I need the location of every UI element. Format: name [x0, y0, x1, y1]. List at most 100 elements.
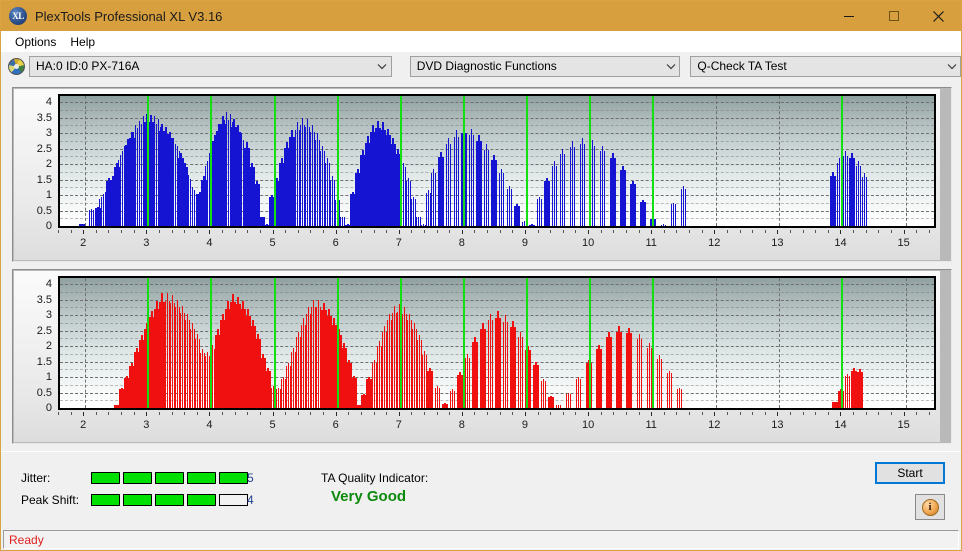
x-tick-minor: [625, 230, 627, 233]
chart-bar: [654, 218, 656, 226]
menu-item-help[interactable]: Help: [63, 33, 102, 51]
x-tick-minor: [575, 412, 577, 415]
chart-bar: [624, 169, 626, 226]
x-tick-minor: [259, 230, 261, 233]
peak-shift-y-axis: 0 0.5 1 1.5 2 2.5 3 3.5 4: [14, 271, 56, 414]
test-select-value: Q-Check TA Test: [697, 59, 787, 73]
x-tick-label: 3: [143, 419, 150, 431]
chart-bar: [848, 376, 851, 408]
x-tick-minor: [537, 412, 539, 415]
info-button[interactable]: i: [915, 494, 945, 520]
x-tick-label: 15: [897, 237, 910, 249]
x-tick-minor: [802, 412, 804, 415]
x-tick-label: 8: [458, 419, 465, 431]
peak-shift-meter: [91, 494, 248, 506]
chart-bar: [484, 328, 486, 408]
jitter-chart-board: 0 0.5 1 1.5 2 2.5 3 3.5 4 2 3 4 5 6 7 8 9 10 11 12 13 14 15: [14, 89, 940, 260]
y-tick-label: 3: [45, 309, 52, 322]
x-tick-label: 5: [269, 419, 276, 431]
x-tick-minor: [689, 230, 691, 233]
x-tick-minor: [499, 412, 501, 415]
chevron-down-icon: [662, 63, 679, 70]
x-tick-minor: [360, 230, 362, 233]
chart-bar: [540, 198, 543, 226]
chart-bar: [487, 149, 490, 226]
x-tick-minor: [196, 230, 198, 233]
ta-quality-label: TA Quality Indicator:: [321, 471, 429, 485]
x-tick-minor: [58, 230, 59, 233]
jitter-chart-panel: 0 0.5 1 1.5 2 2.5 3 3.5 4 2 3 4 5 6 7 8 9 10 11 12 13 14 15: [12, 87, 952, 262]
x-tick-major: [461, 230, 463, 234]
chart-bar: [865, 177, 868, 226]
toolbar: HA:0 ID:0 PX-716A DVD Diagnostic Functio…: [1, 52, 961, 80]
x-tick-major: [209, 412, 211, 416]
close-icon[interactable]: [916, 1, 961, 31]
x-tick-minor: [171, 412, 173, 415]
y-tick-label: 4: [45, 96, 52, 109]
x-tick-minor: [411, 230, 413, 233]
x-tick-minor: [424, 412, 425, 415]
x-tick-minor: [853, 230, 855, 233]
chart-bar: [620, 331, 622, 408]
x-tick-minor: [701, 230, 703, 233]
y-tick-label: 1.5: [36, 173, 52, 186]
test-select[interactable]: Q-Check TA Test: [690, 55, 961, 77]
y-tick-label: 1: [45, 189, 52, 202]
x-tick-minor: [424, 230, 425, 233]
start-button[interactable]: Start: [875, 462, 945, 484]
jitter-x-axis: 2 3 4 5 6 7 8 9 10 11 12 13 14 15: [58, 230, 936, 258]
window-title: PlexTools Professional XL V3.16: [35, 8, 223, 24]
minimize-icon[interactable]: [826, 1, 871, 31]
function-select[interactable]: DVD Diagnostic Functions: [409, 55, 681, 77]
chart-bar: [590, 363, 592, 408]
menu-item-options[interactable]: Options: [8, 33, 63, 51]
x-tick-minor: [865, 412, 867, 415]
x-tick-minor: [550, 412, 552, 415]
x-tick-major: [651, 412, 653, 416]
x-tick-minor: [689, 412, 691, 415]
chart-bar: [518, 205, 520, 226]
chart-bar: [537, 364, 539, 408]
x-tick-minor: [853, 412, 855, 415]
results-panel: [1, 451, 961, 528]
y-tick-label: 4: [45, 278, 52, 291]
x-tick-major: [209, 230, 211, 234]
x-tick-minor: [790, 412, 791, 415]
x-tick-minor: [562, 230, 564, 233]
chart-bar: [514, 327, 516, 408]
disc-icon: [8, 57, 25, 75]
x-tick-major: [903, 412, 905, 416]
info-icon: i: [921, 498, 939, 516]
x-tick-major: [840, 412, 842, 416]
x-tick-minor: [890, 230, 892, 233]
h-gridline: [60, 408, 934, 409]
x-tick-minor: [108, 230, 110, 233]
chart-bar: [861, 372, 863, 408]
chart-bar: [579, 379, 582, 408]
x-tick-minor: [171, 230, 173, 233]
x-tick-minor: [676, 230, 678, 233]
x-tick-major: [398, 412, 400, 416]
x-tick-minor: [600, 412, 602, 415]
y-tick-label: 2: [45, 340, 52, 353]
peak-shift-label: Peak Shift:: [21, 493, 80, 507]
chart-bar: [846, 156, 849, 226]
chart-bar: [465, 133, 467, 226]
chart-bar: [476, 341, 478, 408]
x-tick-minor: [95, 412, 97, 415]
y-tick-label: 0.5: [36, 386, 52, 399]
chart-bar: [630, 333, 632, 408]
plextools-window: XL PlexTools Professional XL V3.16 Optio…: [0, 0, 962, 551]
chart-bar: [449, 143, 452, 226]
maximize-icon[interactable]: [871, 1, 916, 31]
jitter-meter: [91, 472, 248, 484]
x-tick-label: 7: [395, 419, 402, 431]
chart-bar: [664, 224, 667, 226]
x-tick-label: 6: [332, 237, 339, 249]
x-tick-minor: [222, 412, 224, 415]
x-tick-minor: [764, 412, 766, 415]
x-tick-minor: [310, 230, 312, 233]
x-tick-minor: [297, 230, 299, 233]
x-tick-minor: [411, 412, 413, 415]
drive-select[interactable]: HA:0 ID:0 PX-716A: [29, 55, 392, 77]
